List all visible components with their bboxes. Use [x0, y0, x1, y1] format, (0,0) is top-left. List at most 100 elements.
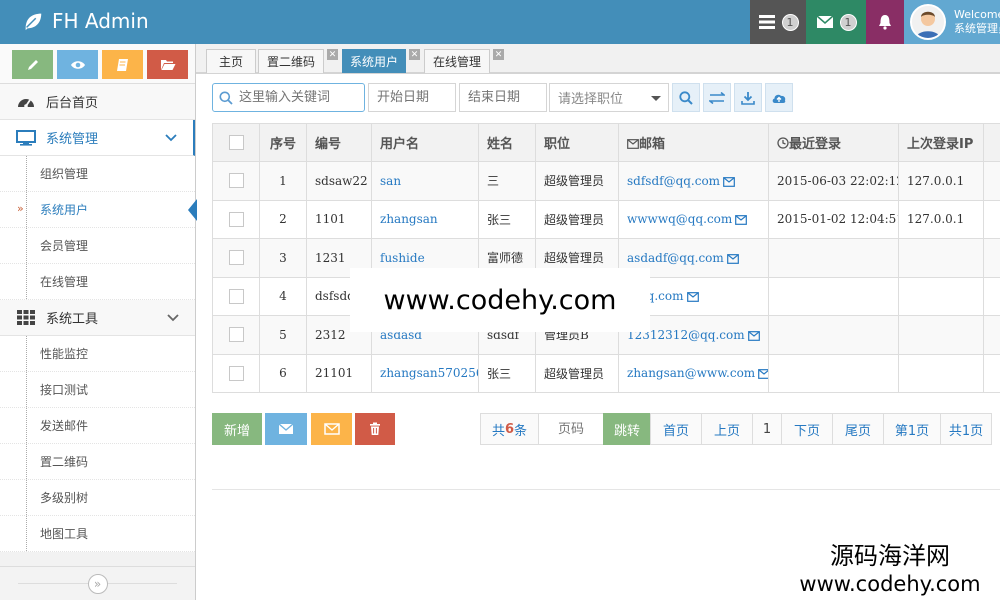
sidebar-item-label: 多级别树 [40, 491, 89, 505]
tab-home[interactable]: 主页 [206, 49, 256, 73]
sidebar-item-label: 系统用户 [40, 203, 89, 217]
col-email[interactable]: 邮箱 [618, 123, 769, 162]
row-checkbox[interactable] [228, 365, 244, 381]
email-link[interactable]: asdadf@qq.com [627, 251, 724, 265]
send-mail-button[interactable] [265, 413, 307, 445]
send-sms-button[interactable] [311, 413, 352, 445]
sidebar-shortcuts [0, 44, 195, 84]
col-username[interactable]: 用户名 [371, 123, 479, 162]
total-pages-label: 共1页 [948, 423, 984, 439]
search-input[interactable] [239, 90, 349, 105]
shortcut-book-button[interactable] [102, 50, 143, 79]
last-page-button[interactable]: 尾页 [832, 413, 884, 445]
username-link[interactable]: zhangsan570256 [380, 366, 478, 380]
tab-bar: 主页 置二维码 ✕ 系统用户 ✕ 在线管理 ✕ [196, 44, 1000, 74]
first-page-button[interactable]: 首页 [650, 413, 702, 445]
select-all-cell [212, 123, 260, 162]
export-button[interactable] [734, 83, 762, 112]
sidebar-item-org[interactable]: 组织管理 [0, 156, 195, 192]
cell-email: wwwwq@qq.com [618, 199, 769, 239]
col-code[interactable]: 编号 [306, 123, 372, 162]
cell-last-login: 2015-06-03 22:02:12 [768, 161, 899, 201]
nav-system-tools[interactable]: 系统工具 [0, 300, 195, 336]
row-checkbox[interactable] [228, 173, 244, 189]
avatar [910, 4, 946, 40]
th-icon [16, 310, 36, 325]
watermark-line1: 源码海洋网 [830, 542, 950, 570]
notifications-button[interactable] [866, 0, 904, 44]
nav-home[interactable]: 后台首页 [0, 84, 195, 120]
tab-system-users[interactable]: 系统用户 [342, 49, 406, 73]
add-button[interactable]: 新增 [212, 413, 262, 445]
shortcut-pencil-button[interactable] [12, 50, 53, 79]
table-row[interactable]: 6 21101 zhangsan570256 张三 超级管理员 zhangsan@www.… [212, 353, 1000, 393]
col-last-login[interactable]: 最近登录 [768, 123, 899, 162]
shortcut-eye-button[interactable] [57, 50, 98, 79]
total-count-value: 6 [504, 421, 515, 437]
email-link[interactable]: zhangsan@www.com [627, 366, 755, 380]
sidebar-item-api-test[interactable]: 接口测试 [0, 372, 195, 408]
nav-system-tools-label: 系统工具 [46, 312, 99, 327]
cell-code: sdsaw22 [306, 161, 372, 201]
username-link[interactable]: fushide [380, 251, 425, 265]
role-select-value: 请选择职位 [558, 92, 624, 107]
col-name[interactable]: 姓名 [478, 123, 536, 162]
col-no[interactable]: 序号 [259, 123, 307, 162]
nav-system-management[interactable]: 系统管理 [0, 120, 195, 156]
reset-button[interactable] [703, 83, 731, 112]
select-all-checkbox[interactable] [228, 135, 244, 150]
tab-label: 主页 [218, 55, 243, 69]
col-last-login-label: 最近登录 [789, 137, 842, 152]
next-page-button[interactable]: 下页 [781, 413, 833, 445]
nav-home-label: 后台首页 [46, 96, 99, 111]
sidebar-item-perf[interactable]: 性能监控 [0, 336, 195, 372]
envelope-o-icon [723, 176, 735, 187]
sidebar-item-qrcode[interactable]: 置二维码 [0, 444, 195, 480]
table-row[interactable]: 2 1101 zhangsan 张三 超级管理员 wwwwq@qq.com 2015-01-… [212, 199, 1000, 239]
start-date-input[interactable] [377, 90, 451, 105]
tasks-button[interactable]: 1 [750, 0, 806, 44]
col-ip[interactable]: 上次登录IP [898, 123, 984, 162]
sidebar-item-send-mail[interactable]: 发送邮件 [0, 408, 195, 444]
row-checkbox[interactable] [228, 327, 244, 343]
delete-button[interactable] [355, 413, 395, 445]
brand[interactable]: FH Admin [22, 9, 149, 33]
prev-page-button[interactable]: 上页 [701, 413, 753, 445]
upload-button[interactable] [765, 83, 793, 112]
messages-button[interactable]: 1 [806, 0, 866, 44]
username-link[interactable]: zhangsan [380, 212, 438, 226]
cell-username: zhangsan [371, 199, 479, 239]
cell-extra [983, 238, 1000, 278]
email-link[interactable]: sdfsdf@qq.com [627, 174, 720, 188]
tab-qrcode[interactable]: 置二维码 [258, 49, 324, 73]
close-icon[interactable]: ✕ [493, 49, 504, 60]
double-chevron-left-icon[interactable]: » [87, 573, 108, 594]
cell-extra [983, 161, 1000, 201]
tab-online[interactable]: 在线管理 [424, 49, 490, 73]
close-icon[interactable]: ✕ [409, 49, 420, 60]
role-select[interactable]: 请选择职位 [549, 83, 669, 112]
col-role[interactable]: 职位 [535, 123, 619, 162]
search-icon [679, 90, 693, 105]
row-checkbox[interactable] [228, 288, 244, 304]
close-icon[interactable]: ✕ [327, 49, 338, 60]
sidebar-item-map[interactable]: 地图工具 [0, 516, 195, 552]
username-link[interactable]: san [380, 174, 401, 188]
sidebar-item-tree[interactable]: 多级别树 [0, 480, 195, 516]
go-button[interactable]: 跳转 [603, 413, 651, 445]
page-number-input[interactable] [544, 421, 598, 437]
row-checkbox[interactable] [228, 250, 244, 266]
end-date-input[interactable] [468, 90, 542, 105]
user-menu[interactable]: Welcome 系统管理员 [904, 0, 1000, 44]
search-button[interactable] [672, 83, 700, 112]
current-page[interactable]: 1 [752, 413, 782, 445]
sidebar-item-system-users[interactable]: » 系统用户 [0, 192, 197, 228]
double-chevron-right-icon: » [17, 202, 24, 215]
row-checkbox[interactable] [228, 211, 244, 227]
shortcut-folder-button[interactable] [147, 50, 188, 79]
welcome-text: Welcome [954, 8, 1000, 21]
sidebar-item-online[interactable]: 在线管理 [0, 264, 195, 300]
email-link[interactable]: wwwwq@qq.com [627, 212, 732, 226]
sidebar-item-members[interactable]: 会员管理 [0, 228, 195, 264]
table-row[interactable]: 1 sdsaw22 san 三超级管理员 sdfsdf@qq.com 2015-06-03… [212, 161, 1000, 201]
